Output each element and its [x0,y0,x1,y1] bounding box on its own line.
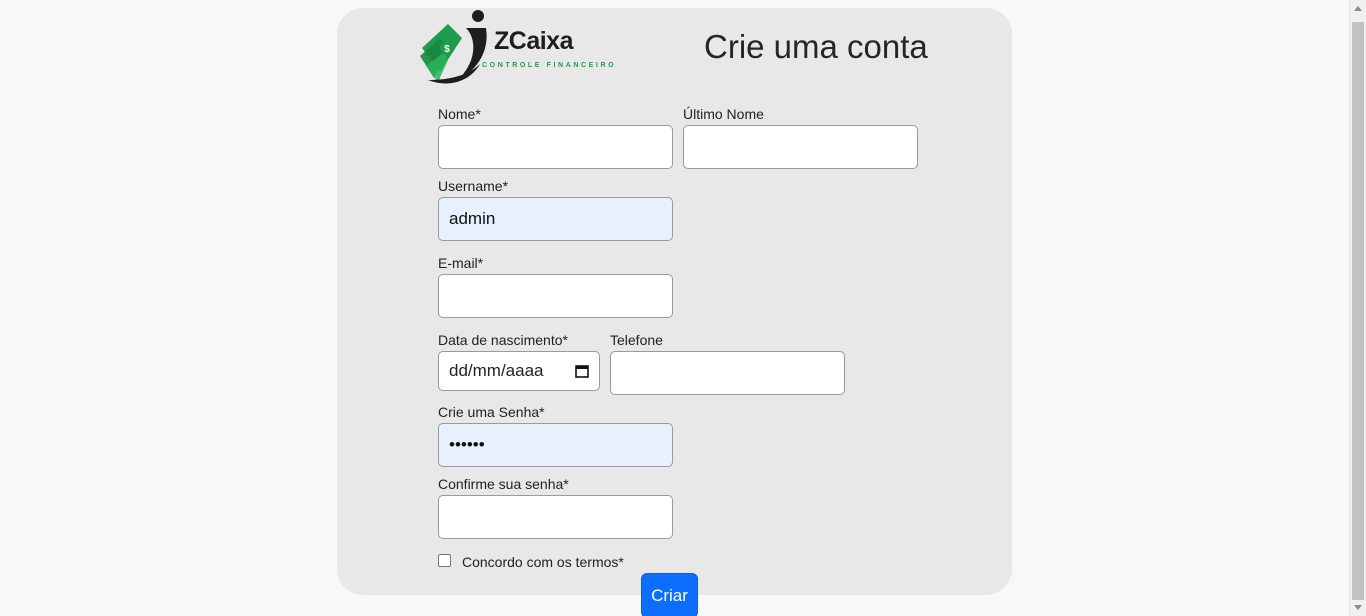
birth-date-input[interactable]: dd/mm/aaaa [438,351,600,391]
username-label: Username* [438,178,509,194]
brand-tagline: CONTROLE FINANCEIRO [482,62,617,69]
phone-label: Telefone [610,332,663,348]
scroll-up-arrow-icon[interactable] [1354,6,1362,11]
first-name-label: Nome* [438,106,481,122]
birth-date-label: Data de nascimento* [438,332,568,348]
email-label: E-mail* [438,255,484,271]
page-title: Crie uma conta [704,28,928,65]
svg-text:$: $ [444,44,450,55]
email-input[interactable] [438,274,673,318]
create-account-button[interactable]: Criar [641,573,698,616]
password-label: Crie uma Senha* [438,404,545,420]
phone-input[interactable] [610,351,845,395]
scroll-down-arrow-icon[interactable] [1354,605,1362,610]
brand-name: ZCaixa [494,27,573,55]
last-name-label: Último Nome [683,106,764,122]
first-name-input[interactable] [438,125,673,169]
password-input[interactable] [438,423,673,467]
confirm-password-input[interactable] [438,495,673,539]
page-scrollbar[interactable] [1349,0,1366,616]
confirm-password-label: Confirme sua senha* [438,476,569,492]
last-name-input[interactable] [683,125,918,169]
scroll-thumb[interactable] [1352,22,1364,600]
calendar-icon[interactable] [575,364,589,378]
birth-date-placeholder: dd/mm/aaaa [449,361,544,380]
username-input[interactable] [438,197,673,241]
terms-checkbox[interactable] [438,554,451,567]
terms-label[interactable]: Concordo com os termos* [462,554,624,570]
